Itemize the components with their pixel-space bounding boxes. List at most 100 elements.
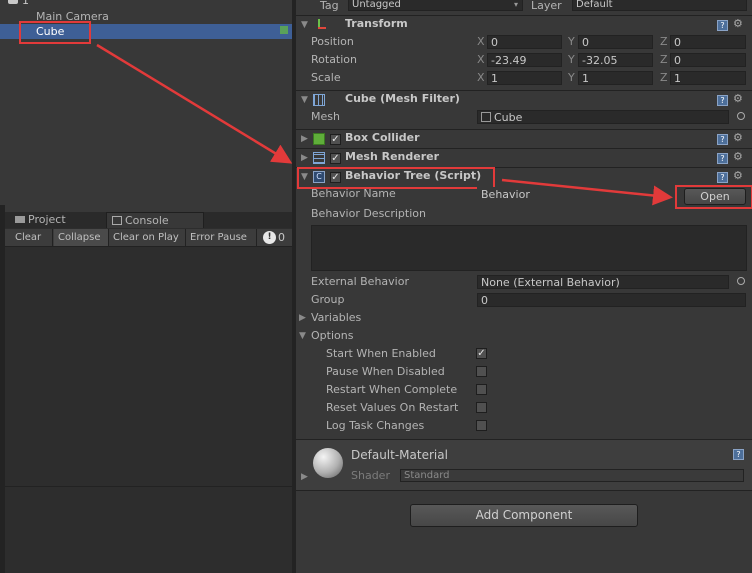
shader-dropdown[interactable]: Standard <box>400 469 744 482</box>
layer-dropdown[interactable]: Default <box>572 0 747 11</box>
position-z-field[interactable]: 0 <box>670 35 746 49</box>
console-message-count[interactable]: ! 0 <box>263 231 291 244</box>
gear-icon[interactable]: ⚙ <box>733 150 743 163</box>
prefab-icon <box>280 26 288 34</box>
divider <box>5 486 292 487</box>
console-clear-button[interactable]: Clear <box>11 229 53 246</box>
hierarchy-panel: 1 Main Camera Cube <box>0 0 292 205</box>
bottom-tab-bar: Project Console <box>5 212 292 228</box>
console-panel <box>5 212 292 573</box>
external-behavior-field[interactable]: None (External Behavior) <box>477 275 729 289</box>
foldout-triangle-icon[interactable]: ▶ <box>301 153 308 163</box>
help-icon[interactable]: ? <box>717 153 728 164</box>
console-toolbar: Clear Collapse Clear on Play Error Pause… <box>5 229 292 247</box>
console-clear-on-play-button[interactable]: Clear on Play <box>109 229 186 246</box>
gear-icon[interactable]: ⚙ <box>733 131 743 144</box>
help-icon[interactable]: ? <box>717 20 728 31</box>
help-icon[interactable]: ? <box>733 449 744 460</box>
axis-label-y: Y <box>568 53 575 66</box>
help-icon[interactable]: ? <box>717 172 728 183</box>
axis-label-x: X <box>477 53 485 66</box>
axis-label-z: Z <box>660 71 668 84</box>
help-icon[interactable]: ? <box>717 134 728 145</box>
material-section <box>296 439 752 491</box>
gear-icon[interactable]: ⚙ <box>733 17 743 30</box>
console-collapse-button[interactable]: Collapse <box>54 229 109 246</box>
mesh-icon <box>481 112 491 122</box>
console-count-label: 0 <box>278 231 285 244</box>
mesh-renderer-icon <box>313 152 325 164</box>
option-log-task-changes-checkbox[interactable] <box>476 420 487 431</box>
axis-label-x: X <box>477 35 485 48</box>
rotation-label: Rotation <box>311 53 358 66</box>
material-sphere-icon <box>313 448 343 478</box>
transform-axes-icon <box>313 19 326 31</box>
tab-console[interactable]: Console <box>106 212 204 228</box>
material-name: Default-Material <box>351 448 448 462</box>
group-field[interactable]: 0 <box>477 293 746 307</box>
option-start-when-enabled-checkbox[interactable]: ✓ <box>476 348 487 359</box>
foldout-triangle-icon[interactable]: ▼ <box>301 95 308 105</box>
hierarchy-top-icon <box>8 0 18 4</box>
scale-label: Scale <box>311 71 341 84</box>
layer-value: Default <box>576 0 613 10</box>
scale-y-field[interactable]: 1 <box>578 71 653 85</box>
tag-label: Tag <box>320 0 339 12</box>
tab-label: Project <box>28 213 66 226</box>
option-pause-when-disabled-checkbox[interactable] <box>476 366 487 377</box>
option-restart-when-complete-label: Restart When Complete <box>326 383 458 396</box>
options-foldout[interactable]: Options <box>311 327 353 345</box>
foldout-triangle-icon[interactable]: ▶ <box>301 134 308 144</box>
option-reset-values-checkbox[interactable] <box>476 402 487 413</box>
mesh-value: Cube <box>494 111 523 124</box>
box-collider-icon <box>313 133 325 145</box>
scale-z-field[interactable]: 1 <box>670 71 746 85</box>
foldout-triangle-icon[interactable]: ▶ <box>299 313 306 323</box>
option-log-task-changes-label: Log Task Changes <box>326 419 425 432</box>
rotation-z-field[interactable]: 0 <box>670 53 746 67</box>
mesh-filter-title: Cube (Mesh Filter) <box>345 92 460 105</box>
position-label: Position <box>311 35 354 48</box>
option-restart-when-complete-checkbox[interactable] <box>476 384 487 395</box>
tag-dropdown[interactable]: Untagged ▾ <box>348 0 523 11</box>
object-picker-icon[interactable] <box>737 112 745 120</box>
console-icon <box>112 216 122 225</box>
option-pause-when-disabled-label: Pause When Disabled <box>326 365 445 378</box>
tab-project[interactable]: Project <box>10 212 105 228</box>
position-y-field[interactable]: 0 <box>578 35 653 49</box>
group-label: Group <box>311 293 345 306</box>
rotation-x-field[interactable]: -23.49 <box>487 53 562 67</box>
mesh-object-field[interactable]: Cube <box>477 110 729 124</box>
mesh-label: Mesh <box>311 110 340 123</box>
dropdown-arrow-icon: ▾ <box>513 0 518 9</box>
option-start-when-enabled-label: Start When Enabled <box>326 347 436 360</box>
box-collider-enabled-checkbox[interactable]: ✓ <box>330 134 341 145</box>
option-reset-values-label: Reset Values On Restart <box>326 401 459 414</box>
behavior-name-label: Behavior Name <box>311 187 396 200</box>
help-icon[interactable]: ? <box>717 95 728 106</box>
position-x-field[interactable]: 0 <box>487 35 562 49</box>
gear-icon[interactable]: ⚙ <box>733 92 743 105</box>
scale-x-field[interactable]: 1 <box>487 71 562 85</box>
behavior-name-field[interactable]: Behavior <box>477 187 673 201</box>
hierarchy-top-label: 1 <box>22 0 29 7</box>
foldout-triangle-icon[interactable]: ▼ <box>301 20 308 30</box>
gear-icon[interactable]: ⚙ <box>733 169 743 182</box>
foldout-triangle-icon[interactable]: ▼ <box>299 331 306 341</box>
behavior-description-textarea[interactable] <box>311 225 747 271</box>
transform-title: Transform <box>345 17 408 30</box>
annotation-box-cube <box>19 21 91 44</box>
behavior-description-label: Behavior Description <box>311 207 426 220</box>
shader-value: Standard <box>404 470 450 481</box>
console-error-pause-button[interactable]: Error Pause <box>186 229 257 246</box>
object-picker-icon[interactable] <box>737 277 745 285</box>
mesh-renderer-enabled-checkbox[interactable]: ✓ <box>330 153 341 164</box>
folder-icon <box>15 216 25 223</box>
add-component-button[interactable]: Add Component <box>410 504 638 527</box>
foldout-triangle-icon[interactable]: ▶ <box>301 472 308 482</box>
shader-label: Shader <box>351 469 390 482</box>
tab-label: Console <box>125 214 169 227</box>
rotation-y-field[interactable]: -32.05 <box>578 53 653 67</box>
variables-foldout[interactable]: Variables <box>311 309 361 327</box>
mesh-filter-icon <box>313 94 325 106</box>
